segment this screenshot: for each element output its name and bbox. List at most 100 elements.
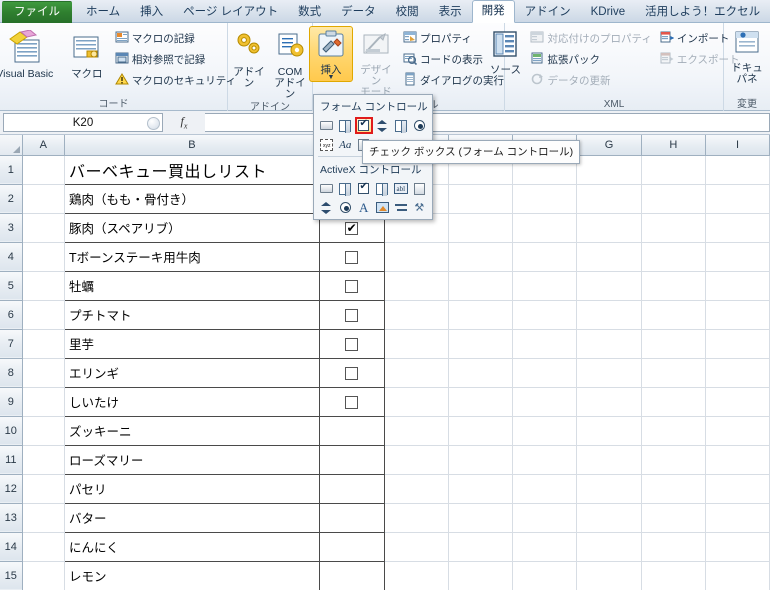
cell-f6[interactable] bbox=[512, 300, 578, 330]
cell-c14-checkbox-cell[interactable] bbox=[318, 531, 385, 562]
cell-c8-checkbox-cell[interactable] bbox=[318, 357, 385, 388]
cell-g8[interactable] bbox=[576, 358, 642, 388]
cell-h5[interactable] bbox=[641, 271, 707, 301]
cell-f8[interactable] bbox=[512, 358, 578, 388]
cell-i10[interactable] bbox=[705, 416, 770, 446]
cell-d12[interactable] bbox=[384, 474, 449, 504]
cell-a4[interactable] bbox=[22, 242, 66, 272]
cell-f10[interactable] bbox=[512, 416, 578, 446]
activex-toggle-button-control[interactable] bbox=[392, 199, 410, 216]
cell-f13[interactable] bbox=[512, 503, 578, 533]
cell-h8[interactable] bbox=[641, 358, 707, 388]
refresh-data-button[interactable]: データの更新 bbox=[526, 70, 655, 91]
macro-security-button[interactable]: マクロのセキュリティ bbox=[111, 70, 240, 91]
cell-b4-item-name[interactable]: Tボーンステーキ用牛肉 bbox=[64, 241, 320, 272]
cell-g15[interactable] bbox=[576, 561, 642, 590]
cell-b6-item-name[interactable]: プチトマト bbox=[64, 299, 320, 330]
cell-g7[interactable] bbox=[576, 329, 642, 359]
cell-f11[interactable] bbox=[512, 445, 578, 475]
cell-i1[interactable] bbox=[705, 155, 770, 185]
cell-f14[interactable] bbox=[512, 532, 578, 562]
column-header-h[interactable]: H bbox=[641, 135, 707, 156]
activex-check-box-control[interactable] bbox=[355, 180, 373, 197]
cell-b2-item-name[interactable]: 鶏肉（もも・骨付き） bbox=[64, 183, 320, 214]
cell-i2[interactable] bbox=[705, 184, 770, 214]
tab-data[interactable]: データ bbox=[331, 1, 386, 23]
cell-i12[interactable] bbox=[705, 474, 770, 504]
activex-label-control[interactable]: A bbox=[355, 199, 373, 216]
cell-g13[interactable] bbox=[576, 503, 642, 533]
cell-f7[interactable] bbox=[512, 329, 578, 359]
row-header-14[interactable]: 14 bbox=[0, 532, 23, 562]
tab-insert[interactable]: 挿入 bbox=[130, 1, 173, 23]
row-header-7[interactable]: 7 bbox=[0, 329, 23, 359]
activex-spin-button-control[interactable] bbox=[318, 199, 336, 216]
tab-review[interactable]: 校閲 bbox=[386, 1, 429, 23]
cell-a1[interactable] bbox=[22, 155, 66, 185]
cell-i11[interactable] bbox=[705, 445, 770, 475]
cell-h6[interactable] bbox=[641, 300, 707, 330]
insert-controls-button[interactable]: 挿入 ▼ bbox=[309, 26, 353, 82]
cell-a11[interactable] bbox=[22, 445, 66, 475]
cell-d8[interactable] bbox=[384, 358, 449, 388]
formula-input[interactable] bbox=[205, 113, 770, 132]
cell-d15[interactable] bbox=[384, 561, 449, 590]
column-header-i[interactable]: I bbox=[705, 135, 770, 156]
map-properties-button[interactable]: 対応付けのプロパティ bbox=[526, 28, 655, 49]
cell-e6[interactable] bbox=[448, 300, 514, 330]
cell-f4[interactable] bbox=[512, 242, 578, 272]
cell-d14[interactable] bbox=[384, 532, 449, 562]
row-header-6[interactable]: 6 bbox=[0, 300, 23, 330]
name-box-dropdown-icon[interactable] bbox=[147, 117, 160, 130]
cell-b14-item-name[interactable]: にんにく bbox=[64, 531, 320, 562]
checkbox-unchecked[interactable] bbox=[345, 250, 359, 264]
cell-b10-item-name[interactable]: ズッキーニ bbox=[64, 415, 320, 446]
cell-h11[interactable] bbox=[641, 445, 707, 475]
cell-e10[interactable] bbox=[448, 416, 514, 446]
tab-view[interactable]: 表示 bbox=[429, 1, 472, 23]
cell-g6[interactable] bbox=[576, 300, 642, 330]
activex-list-box-control[interactable] bbox=[374, 180, 392, 197]
cell-d7[interactable] bbox=[384, 329, 449, 359]
cell-c9-checkbox-cell[interactable] bbox=[318, 386, 385, 417]
cell-c15-checkbox-cell[interactable] bbox=[318, 560, 385, 590]
cell-d9[interactable] bbox=[384, 387, 449, 417]
cell-e7[interactable] bbox=[448, 329, 514, 359]
form-button-control[interactable] bbox=[318, 117, 335, 134]
cell-h9[interactable] bbox=[641, 387, 707, 417]
row-header-9[interactable]: 9 bbox=[0, 387, 23, 417]
cell-i15[interactable] bbox=[705, 561, 770, 590]
cell-a13[interactable] bbox=[22, 503, 66, 533]
cell-a15[interactable] bbox=[22, 561, 66, 590]
cell-a5[interactable] bbox=[22, 271, 66, 301]
checkbox-unchecked[interactable] bbox=[345, 308, 359, 322]
cell-f5[interactable] bbox=[512, 271, 578, 301]
cell-g9[interactable] bbox=[576, 387, 642, 417]
cell-e3[interactable] bbox=[448, 213, 514, 243]
activex-combo-box-control[interactable] bbox=[337, 180, 355, 197]
cell-d4[interactable] bbox=[384, 242, 449, 272]
activex-command-button-control[interactable] bbox=[318, 180, 336, 197]
cell-h10[interactable] bbox=[641, 416, 707, 446]
cell-e4[interactable] bbox=[448, 242, 514, 272]
cell-a2[interactable] bbox=[22, 184, 66, 214]
activex-option-button-control[interactable] bbox=[337, 199, 355, 216]
cell-c10-checkbox-cell[interactable] bbox=[318, 415, 385, 446]
cell-c7-checkbox-cell[interactable] bbox=[318, 328, 385, 359]
cell-d13[interactable] bbox=[384, 503, 449, 533]
cell-i4[interactable] bbox=[705, 242, 770, 272]
cell-i13[interactable] bbox=[705, 503, 770, 533]
cell-e15[interactable] bbox=[448, 561, 514, 590]
cell-e11[interactable] bbox=[448, 445, 514, 475]
cell-f15[interactable] bbox=[512, 561, 578, 590]
row-header-11[interactable]: 11 bbox=[0, 445, 23, 475]
tab-page-layout[interactable]: ページ レイアウト bbox=[173, 1, 288, 23]
row-header-10[interactable]: 10 bbox=[0, 416, 23, 446]
row-header-2[interactable]: 2 bbox=[0, 184, 23, 214]
cell-h13[interactable] bbox=[641, 503, 707, 533]
cell-f12[interactable] bbox=[512, 474, 578, 504]
row-header-4[interactable]: 4 bbox=[0, 242, 23, 272]
cell-g2[interactable] bbox=[576, 184, 642, 214]
cell-e8[interactable] bbox=[448, 358, 514, 388]
cell-e2[interactable] bbox=[448, 184, 514, 214]
